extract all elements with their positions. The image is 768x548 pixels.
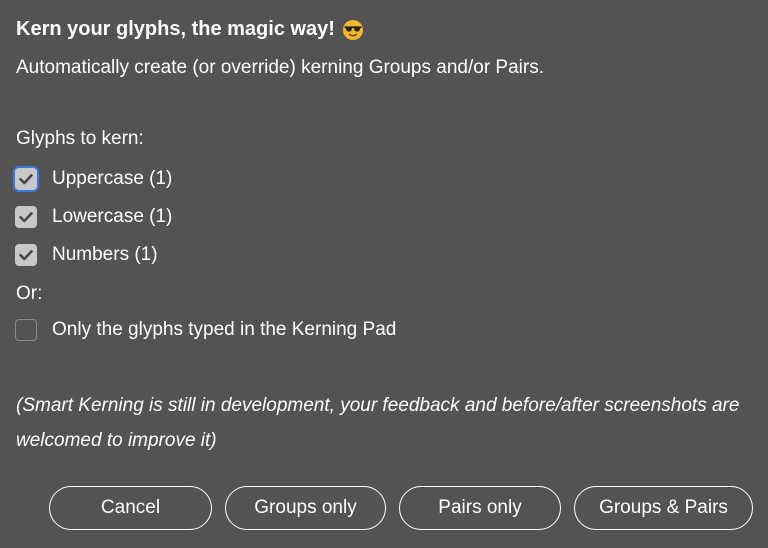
smart-kerning-dialog: Kern your glyphs, the magic way! Automat… bbox=[0, 0, 768, 548]
groups-and-pairs-button[interactable]: Groups & Pairs bbox=[574, 486, 753, 530]
kerning-pad-checkbox[interactable] bbox=[15, 319, 37, 341]
kerning-pad-option[interactable]: Only the glyphs typed in the Kerning Pad bbox=[15, 316, 396, 344]
uppercase-label: Uppercase (1) bbox=[52, 168, 173, 189]
numbers-option[interactable]: Numbers (1) bbox=[15, 241, 158, 269]
lowercase-label: Lowercase (1) bbox=[52, 206, 173, 227]
dialog-title: Kern your glyphs, the magic way! bbox=[16, 18, 364, 41]
numbers-label: Numbers (1) bbox=[52, 244, 158, 265]
lowercase-checkbox[interactable] bbox=[15, 206, 37, 228]
cancel-button[interactable]: Cancel bbox=[49, 486, 212, 530]
checkmark-icon bbox=[19, 212, 33, 223]
kerning-pad-label: Only the glyphs typed in the Kerning Pad bbox=[52, 319, 397, 340]
uppercase-checkbox[interactable] bbox=[15, 168, 37, 190]
development-note: (Smart Kerning is still in development, … bbox=[16, 395, 740, 451]
lowercase-option[interactable]: Lowercase (1) bbox=[15, 203, 172, 231]
checkmark-icon bbox=[19, 250, 33, 261]
uppercase-option[interactable]: Uppercase (1) bbox=[15, 165, 172, 193]
button-row: Cancel Groups only Pairs only Groups & P… bbox=[49, 486, 753, 530]
glyphs-to-kern-label: Glyphs to kern: bbox=[16, 128, 144, 149]
checkmark-icon bbox=[19, 174, 33, 185]
pairs-only-button[interactable]: Pairs only bbox=[399, 486, 561, 530]
dialog-subtitle: Automatically create (or override) kerni… bbox=[16, 57, 545, 78]
dialog-title-text: Kern your glyphs, the magic way! bbox=[16, 18, 335, 40]
sunglasses-emoji-icon bbox=[342, 19, 364, 41]
groups-only-button[interactable]: Groups only bbox=[225, 486, 386, 530]
numbers-checkbox[interactable] bbox=[15, 244, 37, 266]
or-label: Or: bbox=[16, 283, 43, 304]
